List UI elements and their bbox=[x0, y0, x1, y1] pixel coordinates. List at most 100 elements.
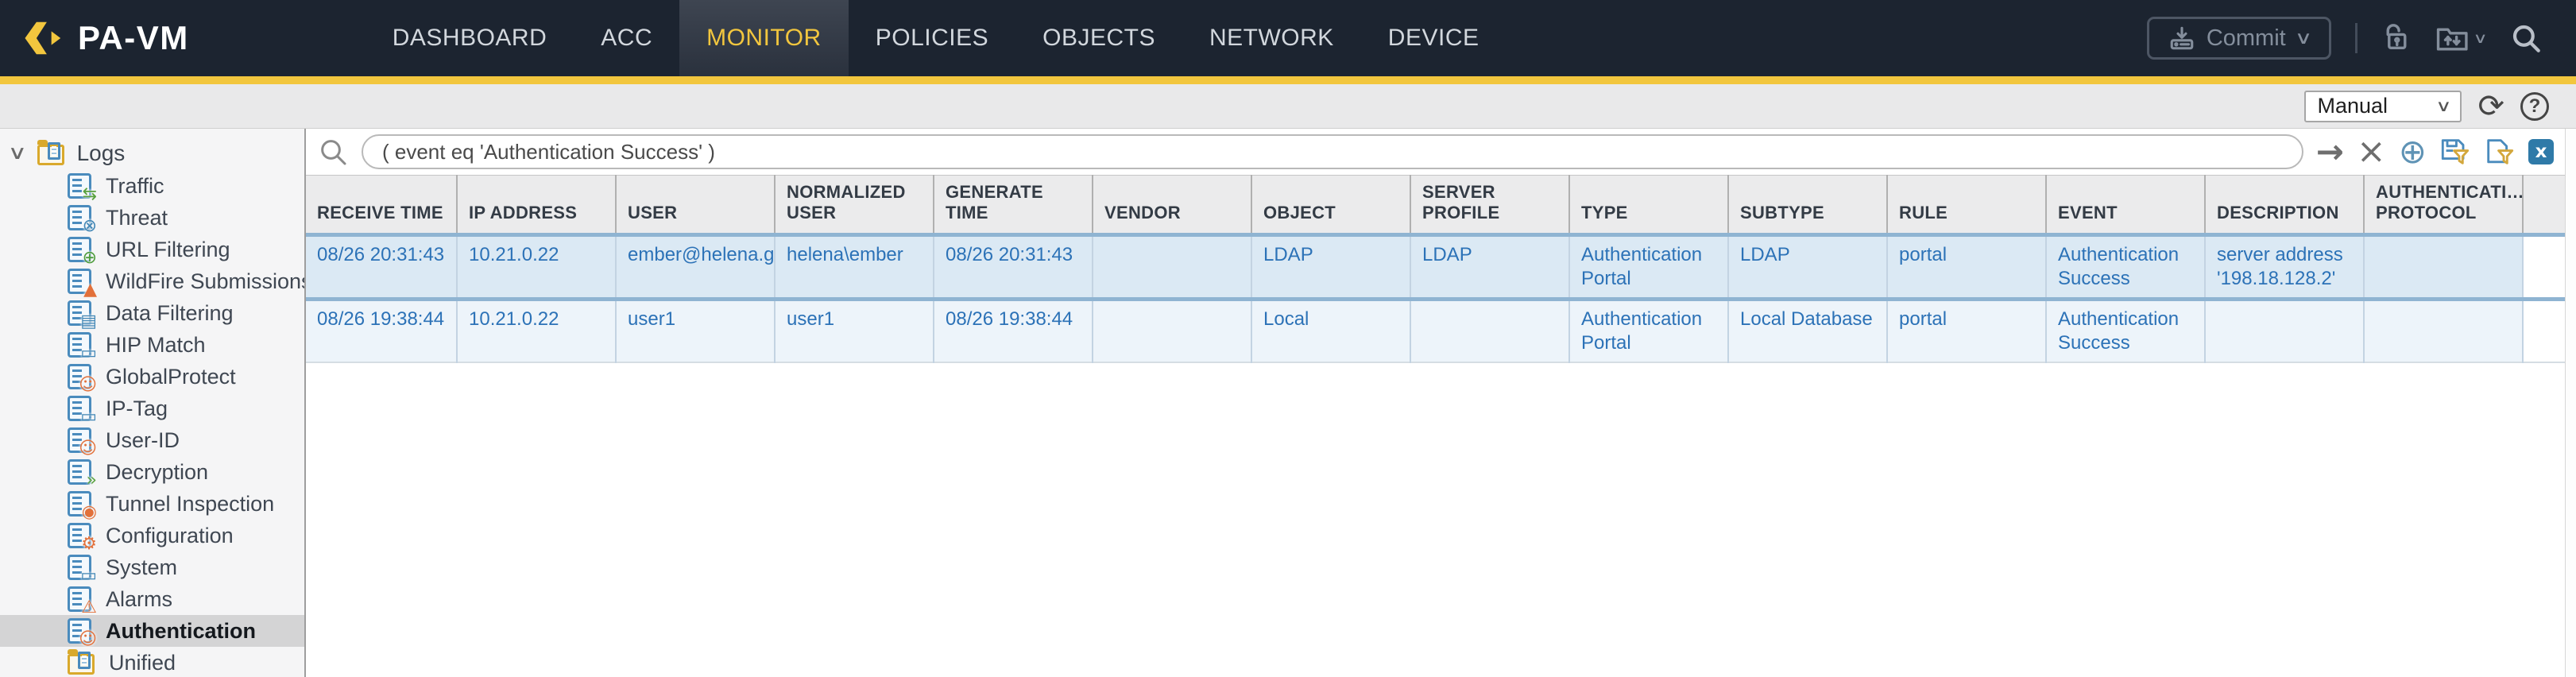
table-cell[interactable]: Authentication Portal bbox=[1569, 235, 1728, 300]
tree-items: ⇆ Traffic ⊗ Threat ⊕ URL Filtering ▲ Wil… bbox=[0, 170, 304, 677]
save-filter-icon[interactable] bbox=[2439, 137, 2471, 167]
column-header-event[interactable]: EVENT bbox=[2046, 176, 2205, 235]
table-cell[interactable] bbox=[1093, 235, 1251, 300]
tab-monitor[interactable]: MONITOR bbox=[679, 0, 849, 76]
table-cell[interactable]: user1 bbox=[616, 300, 775, 363]
sidebar-item-ip-tag[interactable]: ▭ IP-Tag bbox=[0, 393, 304, 424]
column-header-vendor[interactable]: VENDOR bbox=[1093, 176, 1251, 235]
table-row[interactable]: 08/26 19:38:4410.21.0.22user1user108/26 … bbox=[306, 300, 2565, 363]
tree-node-label: Logs bbox=[77, 141, 126, 166]
wildfire-submissions-log-icon: ▲ bbox=[68, 269, 91, 294]
load-filter-icon[interactable] bbox=[2484, 137, 2516, 167]
scrollbar-gutter[interactable] bbox=[2565, 129, 2576, 677]
sidebar-item-alarms[interactable]: ⚠ Alarms bbox=[0, 583, 304, 615]
table-cell[interactable] bbox=[2205, 300, 2364, 363]
traffic-log-icon: ⇆ bbox=[68, 173, 91, 199]
tab-network[interactable]: NETWORK bbox=[1182, 0, 1361, 76]
table-cell[interactable]: 10.21.0.22 bbox=[457, 300, 616, 363]
column-header-subtype[interactable]: SUBTYPE bbox=[1728, 176, 1887, 235]
table-cell[interactable] bbox=[1093, 300, 1251, 363]
table-cell[interactable] bbox=[2364, 300, 2523, 363]
column-header-rule[interactable]: RULE bbox=[1887, 176, 2046, 235]
tab-objects[interactable]: OBJECTS bbox=[1015, 0, 1182, 76]
table-header-row: RECEIVE TIMEIP ADDRESSUSERNORMALIZED USE… bbox=[306, 176, 2565, 235]
unified-log-icon bbox=[68, 654, 95, 675]
logs-folder-icon bbox=[37, 145, 64, 165]
column-header-object[interactable]: OBJECT bbox=[1251, 176, 1410, 235]
sidebar-item-tunnel-inspection[interactable]: ◉ Tunnel Inspection bbox=[0, 488, 304, 520]
table-cell[interactable]: Local Database bbox=[1728, 300, 1887, 363]
column-header-ip-address[interactable]: IP ADDRESS bbox=[457, 176, 616, 235]
table-cell[interactable]: LDAP bbox=[1410, 235, 1569, 300]
help-icon[interactable]: ? bbox=[2520, 92, 2549, 121]
apply-filter-icon[interactable]: → bbox=[2316, 135, 2344, 168]
sidebar-item-hip-match[interactable]: ▭ HIP Match bbox=[0, 329, 304, 361]
tab-acc[interactable]: ACC bbox=[574, 0, 679, 76]
table-cell[interactable]: helena\ember bbox=[775, 235, 934, 300]
column-header-type[interactable]: TYPE bbox=[1569, 176, 1728, 235]
table-cell[interactable]: 08/26 19:38:44 bbox=[934, 300, 1093, 363]
table-cell[interactable]: Local bbox=[1251, 300, 1410, 363]
sidebar-item-unified[interactable]: Unified bbox=[0, 647, 304, 677]
sidebar-item-data-filtering[interactable]: ▤ Data Filtering bbox=[0, 297, 304, 329]
commit-button[interactable]: Commit ∨ bbox=[2147, 17, 2331, 60]
tree-node-logs[interactable]: ∨ Logs bbox=[0, 137, 304, 170]
nav-right-controls: Commit ∨ bbox=[2147, 17, 2543, 60]
sidebar-item-traffic[interactable]: ⇆ Traffic bbox=[0, 170, 304, 202]
search-icon[interactable] bbox=[2509, 21, 2543, 55]
tab-policies[interactable]: POLICIES bbox=[849, 0, 1015, 76]
table-cell[interactable]: Authentication Success bbox=[2046, 235, 2205, 300]
table-cell[interactable]: 08/26 19:38:44 bbox=[306, 300, 457, 363]
log-filter-input[interactable] bbox=[362, 134, 2303, 169]
table-cell[interactable]: 10.21.0.22 bbox=[457, 235, 616, 300]
search-icon bbox=[317, 136, 349, 168]
table-cell[interactable]: server address '198.18.128.2' bbox=[2205, 235, 2364, 300]
column-header-receive-time[interactable]: RECEIVE TIME bbox=[306, 176, 457, 235]
sidebar-item-threat[interactable]: ⊗ Threat bbox=[0, 202, 304, 234]
table-cell[interactable]: 08/26 20:31:43 bbox=[934, 235, 1093, 300]
table-cell[interactable]: Authentication Success bbox=[2046, 300, 2205, 363]
sidebar-item-system[interactable]: ▭ System bbox=[0, 551, 304, 583]
add-filter-icon[interactable]: ⊕ bbox=[2399, 135, 2427, 168]
table-cell[interactable]: ember@helena.gg bbox=[616, 235, 775, 300]
unlock-icon[interactable] bbox=[2381, 22, 2412, 54]
sidebar-item-user-id[interactable]: ☺ User-ID bbox=[0, 424, 304, 456]
column-header-normalized-user[interactable]: NORMALIZED USER bbox=[775, 176, 934, 235]
clear-filter-icon[interactable]: × bbox=[2357, 134, 2386, 169]
refresh-mode-select[interactable]: Manual ∨ bbox=[2304, 91, 2462, 122]
sidebar-item-wildfire-submissions[interactable]: ▲ WildFire Submissions bbox=[0, 265, 304, 297]
tab-device[interactable]: DEVICE bbox=[1361, 0, 1507, 76]
data-filtering-log-icon: ▤ bbox=[68, 300, 91, 326]
table-cell[interactable]: user1 bbox=[775, 300, 934, 363]
column-header-server-profile[interactable]: SERVER PROFILE bbox=[1410, 176, 1569, 235]
hip-match-log-icon: ▭ bbox=[68, 332, 91, 358]
column-header-generate-time[interactable]: GENERATE TIME bbox=[934, 176, 1093, 235]
sidebar-item-authentication[interactable]: ☺ Authentication bbox=[0, 615, 304, 647]
table-cell[interactable] bbox=[2364, 235, 2523, 300]
sidebar-item-globalprotect[interactable]: ☺ GlobalProtect bbox=[0, 361, 304, 393]
table-cell[interactable]: portal bbox=[1887, 300, 2046, 363]
column-header-authenticati-protocol[interactable]: AUTHENTICATI… PROTOCOL bbox=[2364, 176, 2523, 235]
refresh-icon[interactable]: ⟳ bbox=[2477, 91, 2504, 122]
palo-alto-logo-icon bbox=[24, 17, 65, 59]
column-header-description[interactable]: DESCRIPTION bbox=[2205, 176, 2364, 235]
main-tabs: DASHBOARDACCMONITORPOLICIESOBJECTSNETWOR… bbox=[366, 0, 1507, 76]
column-header-user[interactable]: USER bbox=[616, 176, 775, 235]
sidebar-item-decryption[interactable]: » Decryption bbox=[0, 456, 304, 488]
globalprotect-log-icon: ☺ bbox=[68, 364, 91, 389]
sidebar-item-configuration[interactable]: ⚙ Configuration bbox=[0, 520, 304, 551]
commit-icon bbox=[2168, 25, 2195, 52]
table-cell[interactable]: 08/26 20:31:43 bbox=[306, 235, 457, 300]
tab-dashboard[interactable]: DASHBOARD bbox=[366, 0, 574, 76]
log-table: RECEIVE TIMEIP ADDRESSUSERNORMALIZED USE… bbox=[306, 175, 2565, 363]
table-cell[interactable]: Authentication Portal bbox=[1569, 300, 1728, 363]
chevron-down-icon[interactable]: ∨ bbox=[7, 144, 27, 163]
export-icon[interactable]: x bbox=[2528, 139, 2554, 164]
config-transfer-icon[interactable]: ∨ bbox=[2435, 22, 2485, 54]
table-cell[interactable]: LDAP bbox=[1728, 235, 1887, 300]
table-cell[interactable] bbox=[1410, 300, 1569, 363]
table-row[interactable]: 08/26 20:31:4310.21.0.22ember@helena.ggh… bbox=[306, 235, 2565, 300]
table-cell[interactable]: LDAP bbox=[1251, 235, 1410, 300]
sidebar-item-url-filtering[interactable]: ⊕ URL Filtering bbox=[0, 234, 304, 265]
table-cell[interactable]: portal bbox=[1887, 235, 2046, 300]
